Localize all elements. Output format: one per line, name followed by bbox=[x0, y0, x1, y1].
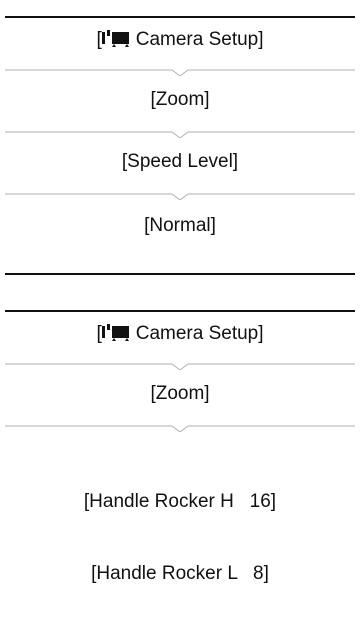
step-separator bbox=[5, 420, 355, 432]
menu-step-camera-setup: [ Camera Setup] bbox=[96, 29, 264, 50]
menu-step-label: Camera Setup bbox=[135, 323, 259, 344]
step-separator bbox=[5, 358, 355, 370]
bottom-rule bbox=[5, 273, 355, 275]
handle-rocker-l: [Handle Rocker L 8] bbox=[91, 563, 269, 584]
step-separator bbox=[5, 126, 355, 138]
menu-step-label: Camera Setup bbox=[135, 29, 259, 50]
menu-step-handle-rocker: [Handle Rocker H 16] [Handle Rocker L 8] bbox=[5, 442, 355, 634]
step-separator bbox=[5, 188, 355, 200]
menu-step-normal: [Normal] bbox=[144, 215, 216, 236]
menu-step-zoom: [Zoom] bbox=[150, 383, 210, 404]
menu-step-zoom: [Zoom] bbox=[150, 89, 210, 110]
menu-step-camera-setup: [ Camera Setup] bbox=[96, 323, 264, 344]
movie-camera-icon bbox=[101, 324, 129, 341]
step-separator bbox=[5, 64, 355, 76]
top-rule bbox=[5, 310, 355, 312]
menu-step-speed-level: [Speed Level] bbox=[121, 151, 239, 172]
handle-rocker-h: [Handle Rocker H 16] bbox=[83, 491, 277, 512]
movie-camera-icon bbox=[101, 30, 129, 47]
top-rule bbox=[5, 16, 355, 18]
